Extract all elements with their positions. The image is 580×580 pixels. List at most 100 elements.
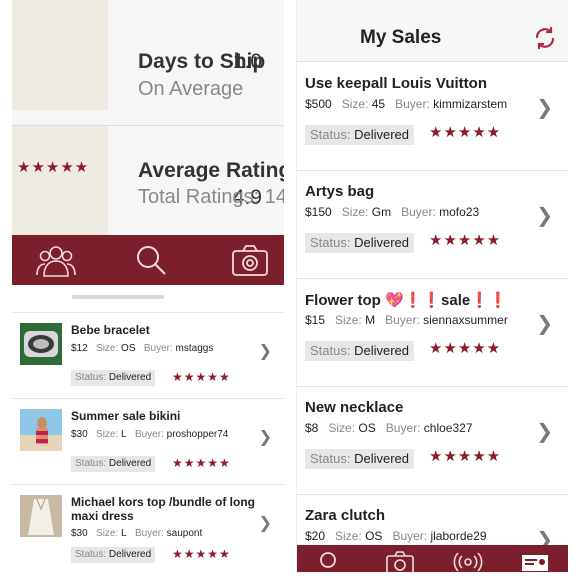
rating-stars: ★★★★★ xyxy=(172,370,231,384)
list-item[interactable]: Artys bag $150 Size: Gm Buyer: mofo23 St… xyxy=(297,171,568,279)
rating-stars: ★★★★★ xyxy=(17,159,90,176)
sales-list-panel: Bebe bracelet $12 Size: OS Buyer: mstagg… xyxy=(12,289,284,580)
size-label: Size: xyxy=(335,313,362,327)
item-title: Flower top 💖❗️❗️sale❗️❗️ xyxy=(305,292,508,309)
item-price: $30 xyxy=(71,528,88,539)
item-buyer: mofo23 xyxy=(439,205,480,219)
days-to-ship-title: Days to Ship xyxy=(138,50,266,73)
list-item[interactable]: Bebe bracelet $12 Size: OS Buyer: mstagg… xyxy=(12,312,284,398)
item-size: Gm xyxy=(371,205,392,219)
size-label: Size: xyxy=(341,97,369,111)
page-title: My Sales xyxy=(360,27,442,48)
status-badge: Status: Delivered xyxy=(305,449,415,469)
broadcast-icon[interactable] xyxy=(453,550,483,572)
buyer-label: Buyer: xyxy=(401,205,436,219)
item-price: $20 xyxy=(305,529,326,543)
item-buyer: chloe327 xyxy=(423,421,473,435)
rating-stars: ★★★★★ xyxy=(172,456,231,470)
pull-handle[interactable] xyxy=(72,295,164,299)
list-item[interactable]: Summer sale bikini $30 Size: L Buyer: pr… xyxy=(12,398,284,484)
item-title: Summer sale bikini xyxy=(71,409,181,423)
item-buyer: kimmizarstem xyxy=(433,97,508,111)
buyer-label: Buyer: xyxy=(143,343,173,354)
list-item[interactable]: Michael kors top /bundle of long maxi dr… xyxy=(12,484,284,580)
status-badge: Status: Delivered xyxy=(71,547,156,563)
item-size: 45 xyxy=(371,97,386,111)
item-size: OS xyxy=(121,343,136,354)
chevron-right-icon[interactable]: ❯ xyxy=(259,341,272,361)
item-meta: $30 Size: L Buyer: saupont xyxy=(71,528,202,539)
status-badge: Status: Delivered xyxy=(71,370,156,386)
buyer-label: Buyer: xyxy=(134,429,164,440)
buyer-label: Buyer: xyxy=(385,313,420,327)
item-meta: $15 Size: M Buyer: siennaxsummer xyxy=(305,313,508,327)
rating-stars: ★★★★★ xyxy=(429,340,502,357)
chevron-right-icon[interactable]: ❯ xyxy=(259,427,272,447)
item-size: L xyxy=(121,528,127,539)
item-size: L xyxy=(121,429,127,440)
size-label: Size: xyxy=(335,529,362,543)
item-meta: $150 Size: Gm Buyer: mofo23 xyxy=(305,205,479,219)
list-item[interactable]: Flower top 💖❗️❗️sale❗️❗️ $15 Size: M Buy… xyxy=(297,279,568,387)
rating-subtitle: Total Ratings: 14 xyxy=(138,186,284,208)
rating-stars: ★★★★★ xyxy=(429,448,502,465)
item-price: $150 xyxy=(305,205,332,219)
camera-icon[interactable] xyxy=(385,551,415,572)
item-meta: $30 Size: L Buyer: proshopper74 xyxy=(71,429,228,440)
item-title: Bebe bracelet xyxy=(71,323,150,337)
rating-title: Average Rating xyxy=(138,159,284,182)
item-buyer: saupont xyxy=(166,528,203,539)
rating-stars: ★★★★★ xyxy=(172,547,231,561)
my-sales-panel: My Sales Use keepall Louis Vuitton $500 … xyxy=(296,0,568,572)
refresh-icon[interactable] xyxy=(533,26,557,50)
item-size: OS xyxy=(365,529,383,543)
rating-stars: ★★★★★ xyxy=(429,232,502,249)
list-item[interactable]: New necklace $8 Size: OS Buyer: chloe327… xyxy=(297,387,568,495)
item-title: Use keepall Louis Vuitton xyxy=(305,75,487,92)
chevron-right-icon[interactable]: ❯ xyxy=(259,513,272,533)
item-meta: $12 Size: OS Buyer: mstaggs xyxy=(71,343,213,354)
chevron-right-icon[interactable]: ❯ xyxy=(536,203,553,228)
item-meta: $500 Size: 45 Buyer: kimmizarstem xyxy=(305,97,507,111)
bottom-nav-bar xyxy=(12,235,284,285)
item-meta: $8 Size: OS Buyer: chloe327 xyxy=(305,421,473,435)
status-badge: Status: Delivered xyxy=(305,125,415,145)
item-price: $15 xyxy=(305,313,326,327)
buyer-label: Buyer: xyxy=(395,97,430,111)
item-buyer: jlaborde29 xyxy=(430,529,487,543)
list-item[interactable]: Use keepall Louis Vuitton $500 Size: 45 … xyxy=(297,63,568,171)
item-buyer: siennaxsummer xyxy=(423,313,508,327)
size-label: Size: xyxy=(96,528,119,539)
item-thumbnail xyxy=(20,495,62,537)
item-buyer: mstaggs xyxy=(175,343,214,354)
item-thumbnail xyxy=(20,323,62,365)
item-price: $12 xyxy=(71,343,88,354)
item-title: New necklace xyxy=(305,399,404,416)
search-icon[interactable] xyxy=(132,242,172,278)
item-title: Artys bag xyxy=(305,183,375,200)
buyer-label: Buyer: xyxy=(392,529,428,543)
chevron-right-icon[interactable]: ❯ xyxy=(536,311,553,336)
rating-stars: ★★★★★ xyxy=(429,124,502,141)
bottom-nav-bar xyxy=(297,545,568,572)
sales-card-icon[interactable] xyxy=(521,554,549,572)
days-to-ship-stat: 1.0 Days to Ship On Average xyxy=(12,0,284,110)
buyer-label: Buyer: xyxy=(134,528,164,539)
size-label: Size: xyxy=(341,205,369,219)
average-rating-stat: ★★★★★ 4.9 Average Rating Total Ratings: … xyxy=(12,126,284,236)
size-label: Size: xyxy=(328,421,356,435)
days-to-ship-subtitle: On Average xyxy=(138,78,244,100)
item-title: Michael kors top /bundle of long maxi dr… xyxy=(71,495,256,523)
search-icon[interactable] xyxy=(319,551,341,572)
item-size: OS xyxy=(358,421,376,435)
status-badge: Status: Delivered xyxy=(71,456,156,472)
item-title: Zara clutch xyxy=(305,507,386,524)
item-price: $500 xyxy=(305,97,332,111)
item-meta: $20 Size: OS Buyer: jlaborde29 xyxy=(305,529,487,543)
chevron-right-icon[interactable]: ❯ xyxy=(536,419,553,444)
buyer-label: Buyer: xyxy=(385,421,421,435)
camera-icon[interactable] xyxy=(230,242,270,278)
chevron-right-icon[interactable]: ❯ xyxy=(536,95,553,120)
status-badge: Status: Delivered xyxy=(305,341,415,361)
people-icon[interactable] xyxy=(36,242,76,278)
